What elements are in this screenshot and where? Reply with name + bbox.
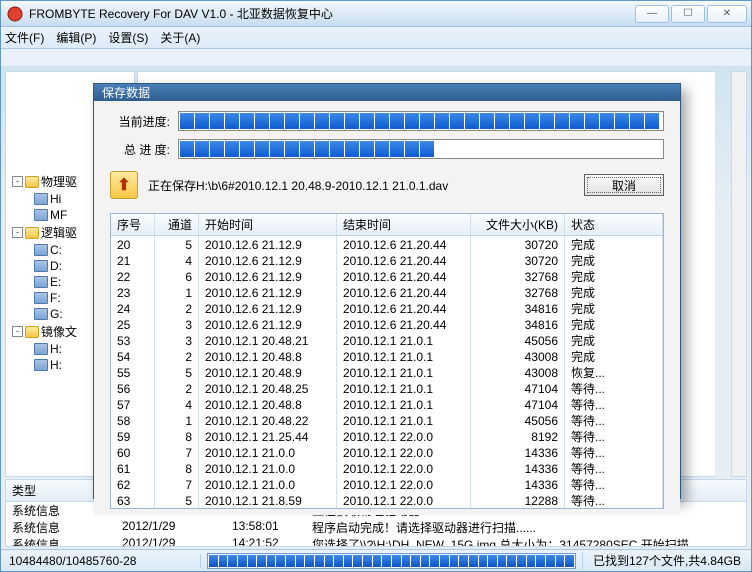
dialog-title: 保存数据 [94, 84, 680, 101]
save-dialog: 保存数据 当前进度: 总 进 度: ⬆ 正在保存H:\b\6#2010.12.1… [93, 83, 681, 499]
table-row[interactable]: 2422010.12.6 21.12.92010.12.6 21.20.4434… [111, 300, 663, 316]
grid-header: 序号 通道 开始时间 结束时间 文件大小(KB) 状态 [111, 214, 663, 236]
titlebar: FROMBYTE Recovery For DAV V1.0 - 北亚数据恢复中… [1, 1, 751, 27]
current-progress-label: 当前进度: [110, 113, 170, 130]
window-title: FROMBYTE Recovery For DAV V1.0 - 北亚数据恢复中… [29, 5, 629, 22]
col-no[interactable]: 序号 [111, 214, 155, 235]
menubar: 文件(F) 编辑(P) 设置(S) 关于(A) [1, 27, 751, 49]
table-row[interactable]: 6272010.12.1 21.0.02010.12.1 22.0.014336… [111, 476, 663, 492]
folder-icon [25, 326, 39, 338]
table-row[interactable]: 2312010.12.6 21.12.92010.12.6 21.20.4432… [111, 284, 663, 300]
log-row[interactable]: 系统信息2012/1/2914:21:52您选择了\\?\H:\DH_NEW_1… [6, 536, 746, 547]
drive-icon [34, 359, 48, 371]
tree-logical[interactable]: 逻辑驱 [41, 224, 77, 241]
tree-drive[interactable]: D: [50, 259, 62, 273]
tree-drive[interactable]: F: [50, 291, 61, 305]
table-row[interactable]: 2142010.12.6 21.12.92010.12.6 21.20.4430… [111, 252, 663, 268]
upload-icon: ⬆ [110, 171, 138, 199]
drive-icon [34, 260, 48, 272]
tree-mirror-item[interactable]: H: [50, 358, 62, 372]
tree-drive[interactable]: C: [50, 243, 62, 257]
table-row[interactable]: 2532010.12.6 21.12.92010.12.6 21.20.4434… [111, 316, 663, 332]
tree-expander-icon[interactable]: - [12, 176, 23, 187]
tree-mf[interactable]: MF [50, 208, 67, 222]
toolbar [1, 49, 751, 67]
window-buttons: — ☐ ✕ [635, 5, 747, 23]
total-progress-bar [178, 139, 664, 159]
drive-icon [34, 292, 48, 304]
tree-expander-icon[interactable]: - [12, 227, 23, 238]
drive-icon [34, 209, 48, 221]
close-button[interactable]: ✕ [707, 5, 747, 23]
col-start[interactable]: 开始时间 [199, 214, 337, 235]
drive-icon [34, 193, 48, 205]
results-grid: 序号 通道 开始时间 结束时间 文件大小(KB) 状态 2052010.12.6… [110, 213, 664, 509]
drive-icon [34, 343, 48, 355]
scrollbar-vertical[interactable] [731, 71, 747, 477]
col-size[interactable]: 文件大小(KB) [471, 214, 565, 235]
drive-icon [34, 276, 48, 288]
col-ch[interactable]: 通道 [155, 214, 199, 235]
menu-file[interactable]: 文件(F) [5, 29, 44, 46]
tree-mirror[interactable]: 镜像文 [41, 323, 77, 340]
menu-about[interactable]: 关于(A) [160, 29, 200, 46]
saving-path: 正在保存H:\b\6#2010.12.1 20.48.9-2010.12.1 2… [148, 177, 574, 194]
table-row[interactable]: 5622010.12.1 20.48.252010.12.1 21.0.1471… [111, 380, 663, 396]
total-progress-label: 总 进 度: [110, 141, 170, 158]
tree-physical[interactable]: 物理驱 [41, 173, 77, 190]
status-right: 已找到127个文件,共4.84GB [582, 552, 751, 569]
tree-drive[interactable]: G: [50, 307, 63, 321]
maximize-button[interactable]: ☐ [671, 5, 705, 23]
table-row[interactable]: 5982010.12.1 21.25.442010.12.1 22.0.0819… [111, 428, 663, 444]
app-icon [7, 6, 23, 22]
table-row[interactable]: 6072010.12.1 21.0.02010.12.1 22.0.014336… [111, 444, 663, 460]
log-row[interactable]: 系统信息2012/1/2913:58:01程序启动完成！请选择驱动器进行扫描..… [6, 519, 746, 536]
table-row[interactable]: 6182010.12.1 21.0.02010.12.1 22.0.014336… [111, 460, 663, 476]
folder-icon [25, 176, 39, 188]
statusbar: 10484480/10485760-28 已找到127个文件,共4.84GB [1, 549, 751, 571]
table-row[interactable]: 6352010.12.1 21.8.592010.12.1 22.0.01228… [111, 492, 663, 508]
main-window: FROMBYTE Recovery For DAV V1.0 - 北亚数据恢复中… [0, 0, 752, 572]
tree-expander-icon[interactable]: - [12, 326, 23, 337]
menu-settings[interactable]: 设置(S) [108, 29, 148, 46]
table-row[interactable]: 5422010.12.1 20.48.82010.12.1 21.0.14300… [111, 348, 663, 364]
table-row[interactable]: 5552010.12.1 20.48.92010.12.1 21.0.14300… [111, 364, 663, 380]
drive-icon [34, 244, 48, 256]
folder-icon [25, 227, 39, 239]
table-row[interactable]: 2052010.12.6 21.12.92010.12.6 21.20.4430… [111, 236, 663, 252]
tree-mirror-item[interactable]: H: [50, 342, 62, 356]
status-progress [207, 553, 576, 569]
table-row[interactable]: 2262010.12.6 21.12.92010.12.6 21.20.4432… [111, 268, 663, 284]
table-row[interactable]: 5332010.12.1 20.48.212010.12.1 21.0.1450… [111, 332, 663, 348]
minimize-button[interactable]: — [635, 5, 669, 23]
col-status[interactable]: 状态 [565, 214, 663, 235]
cancel-button[interactable]: 取消 [584, 174, 664, 196]
table-row[interactable]: 5742010.12.1 20.48.82010.12.1 21.0.14710… [111, 396, 663, 412]
tree-hi[interactable]: Hi [50, 192, 61, 206]
menu-edit[interactable]: 编辑(P) [56, 29, 96, 46]
col-end[interactable]: 结束时间 [337, 214, 471, 235]
table-row[interactable]: 5812010.12.1 20.48.222010.12.1 21.0.1450… [111, 412, 663, 428]
drive-icon [34, 308, 48, 320]
grid-rows[interactable]: 2052010.12.6 21.12.92010.12.6 21.20.4430… [111, 236, 663, 508]
current-progress-bar [178, 111, 664, 131]
status-left: 10484480/10485760-28 [1, 554, 201, 568]
tree-drive[interactable]: E: [50, 275, 61, 289]
